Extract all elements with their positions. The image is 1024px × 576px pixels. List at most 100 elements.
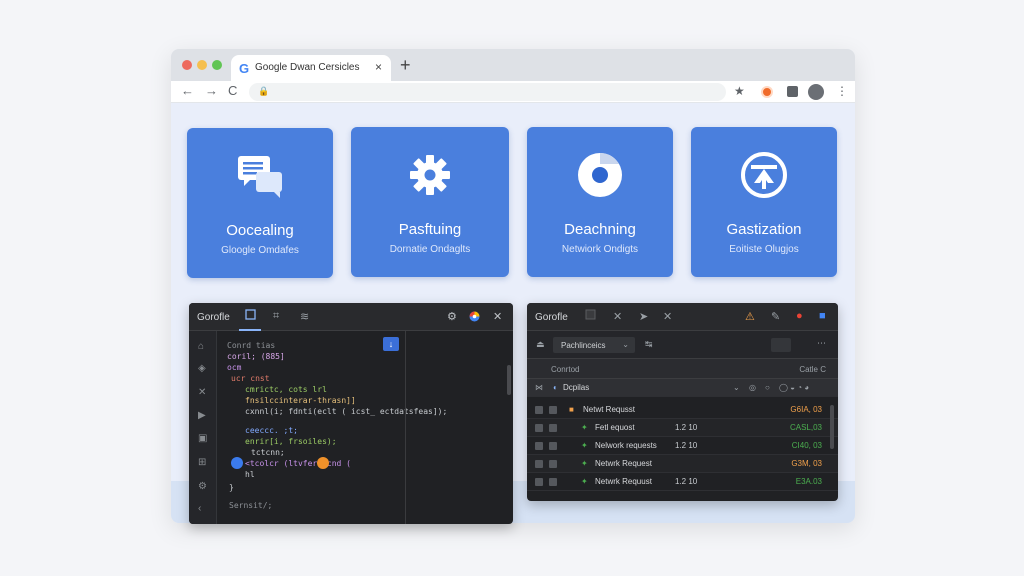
row-checkbox[interactable]	[535, 460, 543, 468]
filter-dropdown[interactable]: Pachlinceics ⌄	[553, 337, 635, 353]
card-gastization[interactable]: Gastization Eoitiste Olugjos	[691, 127, 837, 277]
throttle-icon[interactable]: ↹	[645, 339, 653, 350]
browser-tab[interactable]: G Google Dwan Cersicles ×	[231, 55, 391, 81]
more-panels-icon[interactable]: ■	[819, 310, 826, 322]
gear-small-icon[interactable]: ⚙	[198, 481, 208, 492]
tools-icon[interactable]: ✕	[198, 387, 208, 398]
tools-icon[interactable]: ✕	[663, 310, 672, 323]
table-row[interactable]: ✦ Nelwork requests 1.2 10 CI40, 03	[527, 437, 838, 455]
menu-icon[interactable]: ⋮	[836, 84, 848, 98]
row-type-icon	[549, 406, 557, 414]
status-dot-icon: ✦	[581, 423, 588, 432]
storage-icon[interactable]: ⊞	[198, 457, 208, 468]
chrome-mini-icon[interactable]	[469, 311, 480, 325]
run-snippet-button[interactable]: ↓	[383, 337, 399, 351]
minimize-window-button[interactable]	[197, 60, 207, 70]
settings-gear-icon[interactable]: ⚙	[447, 310, 457, 323]
devtools-title: Gorofle	[535, 312, 568, 323]
clear-icon[interactable]: ✕	[613, 310, 622, 323]
row-checkbox[interactable]	[535, 478, 543, 486]
new-tab-button[interactable]: +	[400, 55, 411, 76]
profile-avatar[interactable]	[808, 84, 824, 100]
record-icon[interactable]: ⏏	[536, 339, 545, 350]
pointer-icon[interactable]: ➤	[639, 310, 648, 323]
row-checkbox[interactable]	[535, 406, 543, 414]
column-name[interactable]: Conrtod	[551, 365, 579, 374]
status-dot-icon: ✦	[581, 441, 588, 450]
console-icon[interactable]: ▣	[198, 433, 208, 444]
group-icon: ◐	[553, 383, 558, 392]
network-group-row[interactable]: ⋈ ◐ Dcpilas ⌄ ◎ ○ ◯ ◒ ◔ ◕	[527, 379, 838, 397]
table-row[interactable]: ✦ Netwrk Request G3M, 03	[527, 455, 838, 473]
search-icon[interactable]: ○	[765, 383, 770, 392]
breakpoint-marker[interactable]	[231, 457, 243, 469]
request-time: CASL,03	[789, 423, 822, 432]
code-line: hl	[245, 470, 255, 479]
settings-box[interactable]	[771, 338, 791, 352]
device-toolbar-icon[interactable]: ⌗	[273, 310, 279, 323]
chevron-down-icon[interactable]: ⌄	[733, 383, 740, 392]
devtools-title: Gorofle	[197, 312, 230, 323]
code-editor[interactable]: Conrd tias coril; (885] ocm ucr cnst cmr…	[217, 331, 447, 524]
layers-icon[interactable]: ◈	[198, 363, 208, 374]
gear-icon	[351, 151, 509, 199]
table-row[interactable]: ■ Netwt Requsst G6IA, 03	[527, 401, 838, 419]
tool-upload-icon	[691, 151, 837, 199]
tab-strip: G Google Dwan Cersicles × +	[171, 49, 855, 81]
google-icon: G	[239, 61, 250, 76]
row-checkbox[interactable]	[535, 442, 543, 450]
code-line: Sernsit/;	[229, 501, 273, 510]
devtools-header: Gorofle ✕ ➤ ✕ ⚠ ✎ ● ■	[527, 303, 838, 331]
edit-icon[interactable]: ✎	[771, 310, 780, 323]
code-line: }	[229, 483, 234, 492]
chrome-icon	[527, 151, 673, 199]
browser-toolbar: ← → C 🔒 ★ ⋮	[171, 81, 855, 103]
request-time: G6IA, 03	[790, 405, 822, 414]
scrollbar[interactable]	[830, 405, 834, 449]
devtools-close-icon[interactable]: ✕	[493, 310, 502, 323]
maximize-window-button[interactable]	[212, 60, 222, 70]
collapse-icon[interactable]: ‹	[198, 503, 208, 514]
column-time[interactable]: Catle C	[799, 365, 826, 374]
card-title: Deachning	[564, 221, 636, 238]
code-line: ceeccc. ;t;	[245, 426, 298, 435]
errors-icon[interactable]: ●	[796, 310, 803, 322]
close-window-button[interactable]	[182, 60, 192, 70]
play-icon[interactable]: ▶	[198, 410, 208, 421]
forward-icon[interactable]: →	[205, 83, 218, 98]
expand-icon[interactable]: ⋈	[535, 383, 543, 392]
row-type-icon	[549, 424, 557, 432]
warnings-icon[interactable]: ⚠	[745, 310, 755, 323]
table-row[interactable]: ✦ Netwrk Requust 1.2 10 E3A.03	[527, 473, 838, 491]
card-pasftuing[interactable]: Pasftuing Dornatie Ondaglts	[351, 127, 509, 277]
code-line: ucr cnst	[231, 374, 270, 383]
tab-close-icon[interactable]: ×	[375, 60, 382, 74]
bookmark-star-icon[interactable]: ★	[734, 84, 745, 98]
code-line: fnsilccinterar-thrasn]]	[245, 396, 356, 405]
toolbar-buttons[interactable]: ◯ ◒ ◔ ◕	[779, 383, 809, 392]
address-bar[interactable]: 🔒	[249, 83, 726, 101]
status-dot-icon: ✦	[581, 477, 588, 486]
status-dot-icon: ■	[569, 405, 574, 414]
card-title: Pasftuing	[398, 221, 462, 238]
group-label: Dcpilas	[563, 383, 590, 392]
reader-mode-icon[interactable]	[787, 86, 798, 97]
card-title: Oocealing	[226, 222, 294, 239]
extension-icon[interactable]	[761, 86, 773, 98]
inspect-element-icon[interactable]	[585, 309, 596, 323]
row-checkbox[interactable]	[535, 424, 543, 432]
home-icon[interactable]: ⌂	[198, 341, 208, 352]
more-icon[interactable]: ⋯	[817, 338, 826, 349]
table-row[interactable]: ✦ Fetl equost 1.2 10 CASL,03	[527, 419, 838, 437]
reload-icon[interactable]: C	[228, 83, 237, 98]
card-oocealing[interactable]: Oocealing Gloogle Omdafes	[187, 128, 333, 278]
preserve-log-icon[interactable]: ◎	[749, 383, 756, 392]
scrollbar[interactable]	[507, 365, 511, 395]
code-line: Conrd tias	[227, 341, 276, 350]
editor-divider[interactable]	[405, 331, 406, 524]
card-deachning[interactable]: Deachning Netwiork Ondigts	[527, 127, 673, 277]
inspect-element-icon[interactable]	[245, 309, 256, 323]
breakpoint-marker[interactable]	[317, 457, 329, 469]
back-icon[interactable]: ←	[181, 83, 194, 98]
wifi-icon[interactable]: ≋	[300, 310, 309, 323]
